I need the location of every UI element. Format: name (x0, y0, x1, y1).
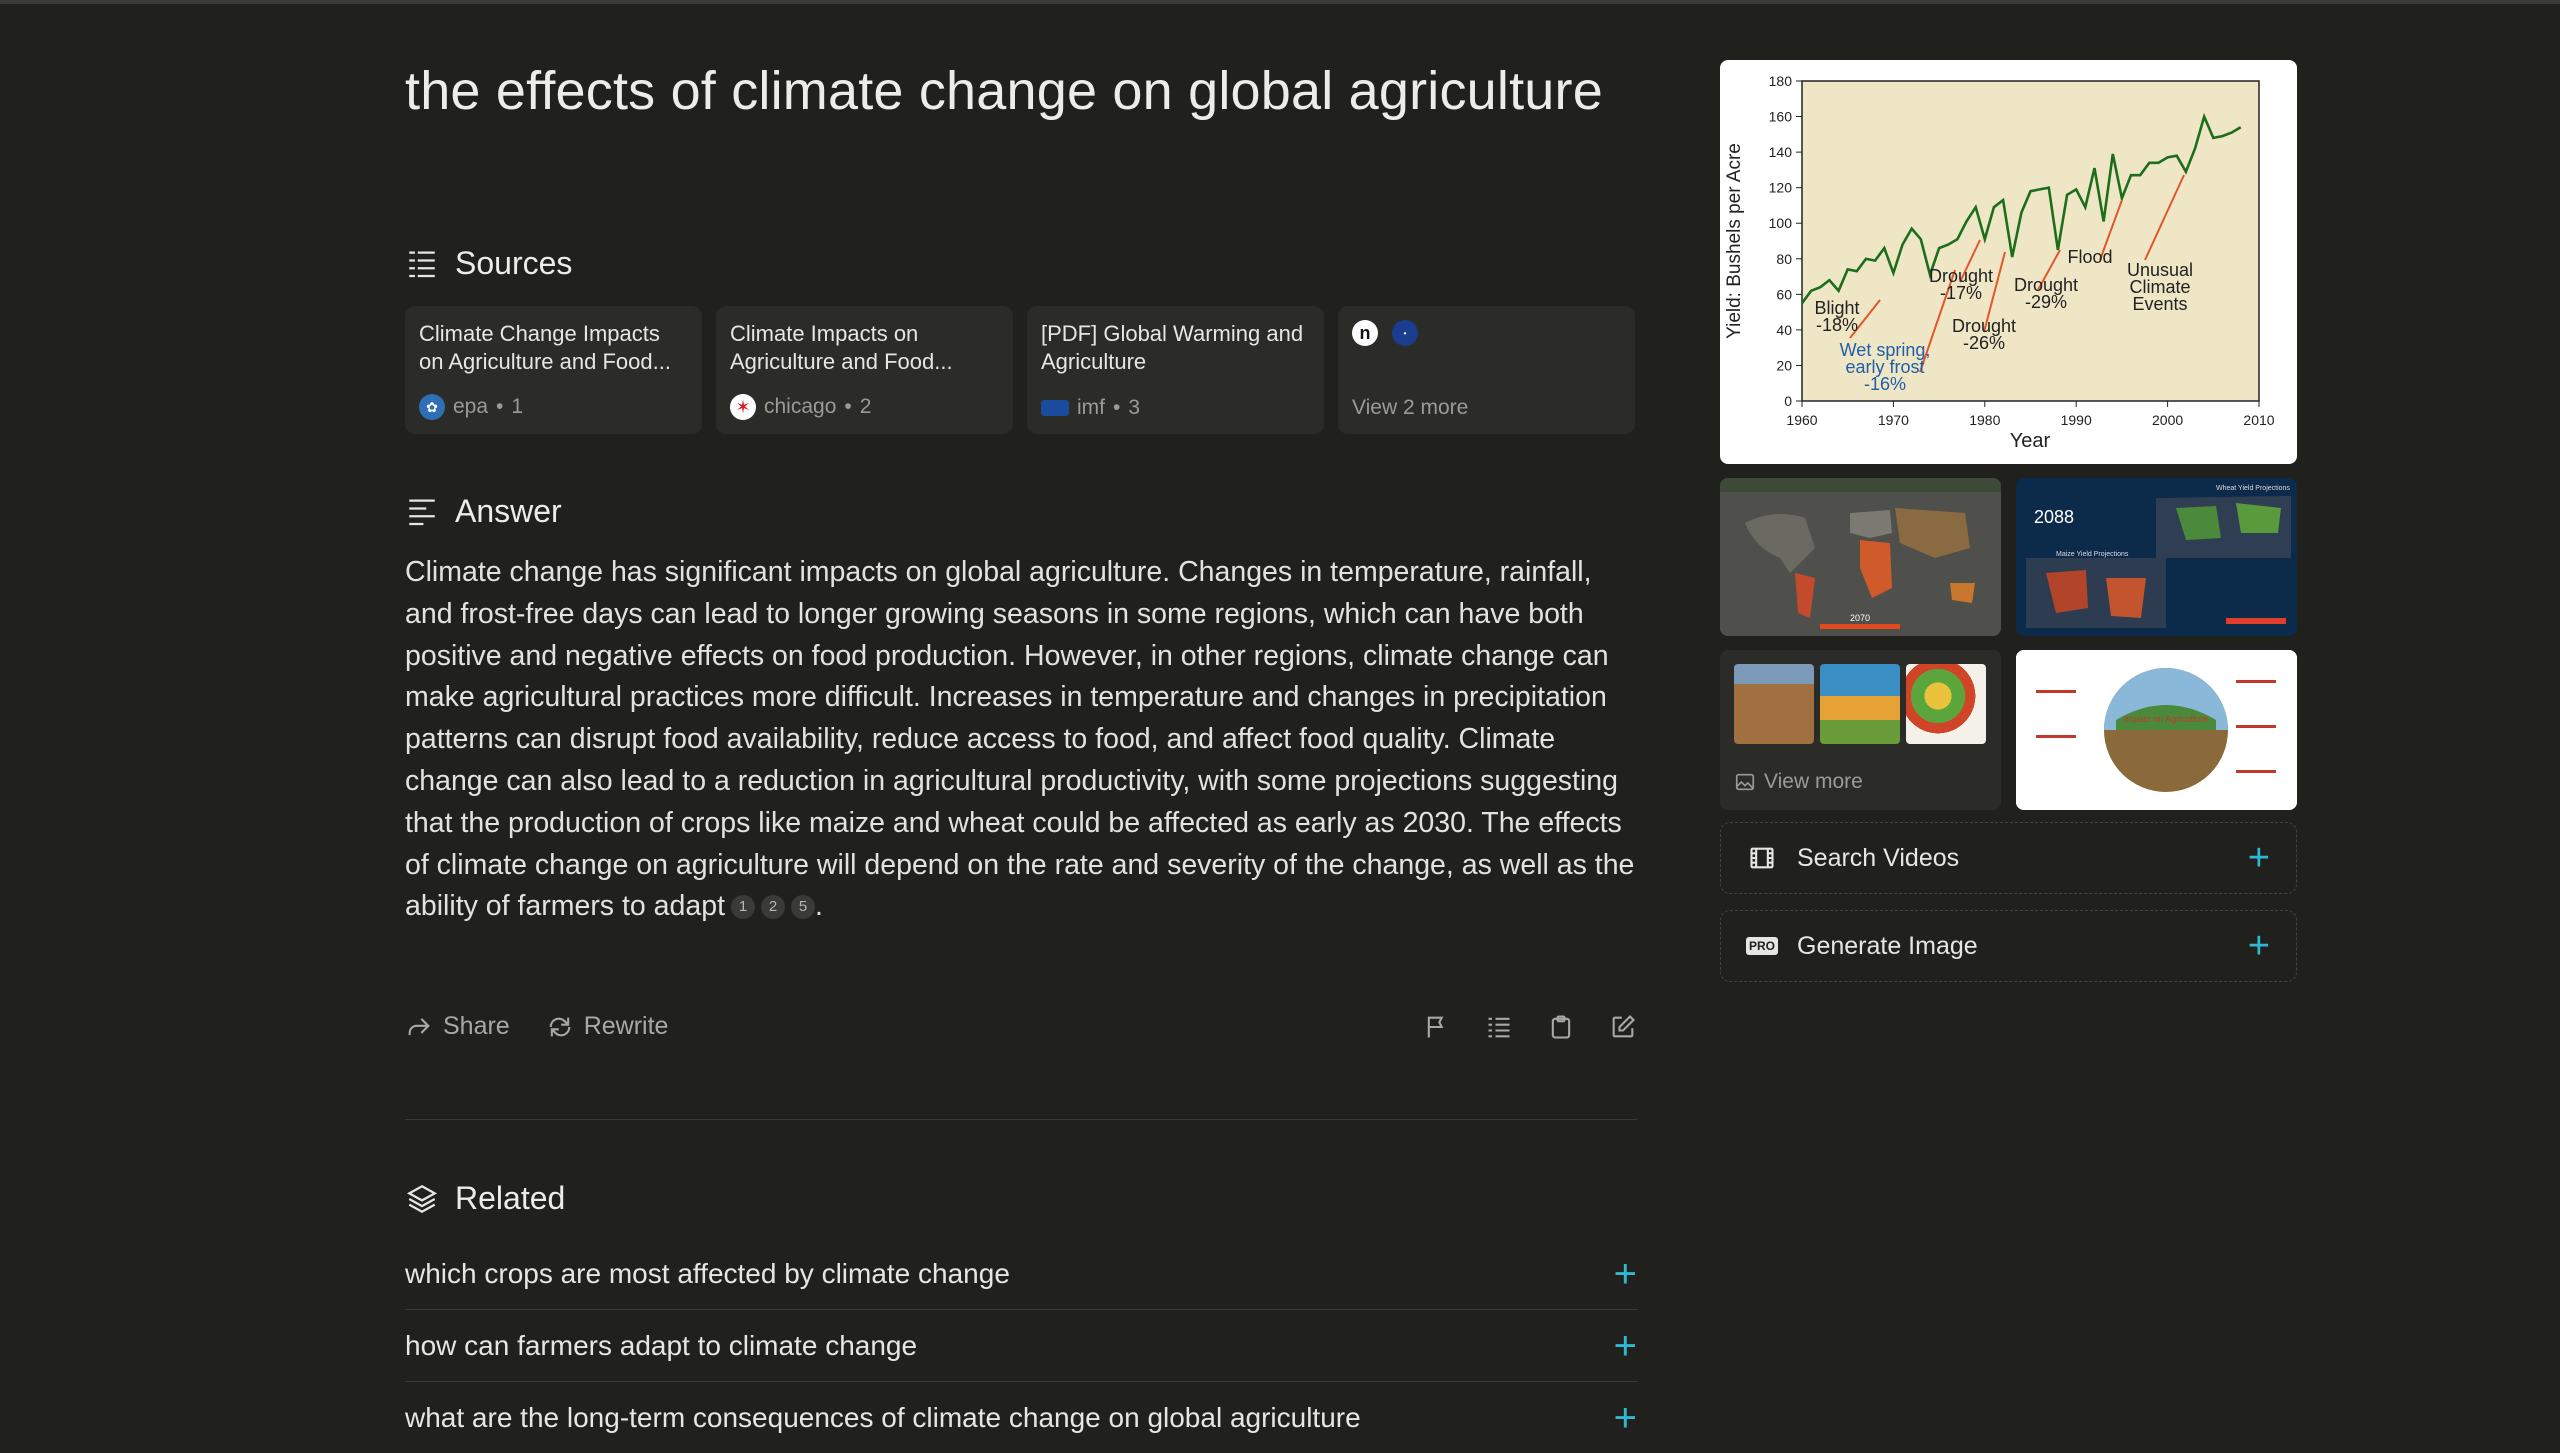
world-map-image: 2070 (1720, 478, 2001, 636)
chart-x-tick-label: 1960 (1786, 412, 1817, 428)
svg-text:Maize Yield Projections: Maize Yield Projections (2056, 551, 2129, 558)
image-icon (1735, 773, 1755, 791)
share-icon (408, 1017, 430, 1035)
n-logo-icon: n (1352, 320, 1378, 346)
view-more-sources-card[interactable]: n • View 2 more (1338, 306, 1635, 434)
plus-icon[interactable]: + (2248, 927, 2270, 965)
risk-map-thumbnail (1906, 664, 1986, 744)
svg-text:Wheat Yield Projections: Wheat Yield Projections (2216, 485, 2290, 492)
sources-list-icon[interactable] (1485, 1013, 1513, 1041)
answer-text: Climate change has significant impacts o… (405, 556, 1635, 923)
rewrite-button[interactable]: Rewrite (546, 1012, 668, 1041)
source-card-epa[interactable]: Climate Change Impacts on Agriculture an… (405, 306, 702, 434)
chart-y-tick-label: 180 (1769, 73, 1793, 89)
chart-x-tick-label: 2010 (2243, 412, 2274, 428)
page-title: the effects of climate change on global … (405, 61, 1603, 121)
chart-y-tick-label: 60 (1776, 286, 1792, 302)
chart-x-tick-label: 1990 (2061, 412, 2092, 428)
chart-x-tick-label: 2000 (2152, 412, 2183, 428)
svg-text:2088: 2088 (2034, 507, 2074, 527)
chart-annotation: Unusual Climate Events (2127, 260, 2193, 314)
sources-icon (409, 251, 435, 277)
citation-1[interactable]: 1 (731, 895, 755, 920)
related-heading: Related (405, 1180, 565, 1217)
chicago-star-icon: ✶ (730, 394, 756, 420)
impact-diagram-thumbnail[interactable]: Impact on Agriculture (2016, 650, 2297, 810)
chart-annotation: Blight -18% (1814, 298, 1859, 335)
svg-text:Impact on Agriculture: Impact on Agriculture (2124, 714, 2209, 724)
generate-image-button[interactable]: PRO Generate Image + (1720, 910, 2297, 982)
view-more-images-card[interactable]: View more (1720, 650, 2001, 810)
yield-chart-image[interactable]: 0 20 40 60 80 100 120 140 160 180 1960 1970 1980 199… (1720, 60, 2297, 464)
edit-icon[interactable] (1609, 1013, 1637, 1041)
answer-heading: Answer (405, 493, 562, 530)
answer-icon (409, 499, 435, 525)
section-divider (405, 1119, 1637, 1120)
share-button[interactable]: Share (405, 1012, 510, 1041)
search-videos-button[interactable]: Search Videos + (1720, 822, 2297, 894)
infographic-thumbnail (1820, 664, 1900, 744)
chart-y-tick-label: 0 (1784, 393, 1792, 409)
chart-y-label: Yield: Bushels per Acre (1724, 143, 1745, 339)
impact-diagram-image: Impact on Agriculture (2016, 650, 2297, 810)
related-item[interactable]: what are the long-term consequences of c… (405, 1382, 1637, 1453)
clipboard-icon[interactable] (1547, 1013, 1575, 1041)
yield-projection-thumbnail[interactable]: 2088 Wheat Yield Projections Maize Yield… (2016, 478, 2297, 636)
epa-favicon-icon: ✿ (419, 394, 445, 420)
plus-icon[interactable]: + (1614, 1326, 1637, 1366)
plus-icon[interactable]: + (2248, 839, 2270, 877)
related-item[interactable]: which crops are most affected by climate… (405, 1238, 1637, 1310)
svg-text:2070: 2070 (1850, 613, 1870, 623)
plus-icon[interactable]: + (1614, 1398, 1637, 1438)
answer-actions: Share Rewrite (405, 1012, 1637, 1041)
source-card-imf[interactable]: [PDF] Global Warming and Agriculture imf… (1027, 306, 1324, 434)
chart-y-tick-label: 80 (1776, 251, 1792, 267)
related-list: which crops are most affected by climate… (405, 1238, 1637, 1453)
chart-x-tick-label: 1980 (1969, 412, 2000, 428)
main-column: the effects of climate change on global … (405, 60, 1637, 1438)
chart-y-tick-label: 120 (1769, 180, 1793, 196)
chart-annotation: Flood (2067, 247, 2112, 267)
yield-chart: 0 20 40 60 80 100 120 140 160 180 1960 1970 1980 199… (1724, 73, 2275, 452)
chart-y-tick-label: 160 (1769, 109, 1793, 125)
pro-badge-icon: PRO (1746, 931, 1779, 961)
citation-2[interactable]: 2 (761, 895, 785, 920)
chart-y-tick-label: 140 (1769, 144, 1793, 160)
chart-x-tick-label: 1970 (1878, 412, 1909, 428)
film-icon (1747, 843, 1777, 873)
chart-x-label: Year (2010, 430, 2051, 452)
sources-list: Climate Change Impacts on Agriculture an… (405, 306, 1635, 434)
rewrite-icon (549, 1017, 571, 1036)
top-border (0, 0, 2560, 4)
citation-5[interactable]: 5 (791, 895, 815, 920)
related-layers-icon (406, 1184, 438, 1213)
plus-icon[interactable]: + (1614, 1254, 1637, 1294)
sources-heading: Sources (405, 245, 572, 282)
related-item[interactable]: how can farmers adapt to climate change + (405, 1310, 1637, 1382)
imf-logo-icon (1041, 400, 1069, 416)
flag-icon[interactable] (1423, 1013, 1451, 1041)
dry-field-thumbnail (1734, 664, 1814, 744)
source-card-chicago[interactable]: Climate Impacts on Agriculture and Food.… (716, 306, 1013, 434)
warming-map-thumbnail[interactable]: 2070 (1720, 478, 2001, 636)
chart-y-tick-label: 40 (1776, 322, 1792, 338)
chart-y-tick-label: 20 (1776, 357, 1792, 373)
nasa-logo-icon: • (1392, 320, 1418, 346)
yield-projection-image: 2088 Wheat Yield Projections Maize Yield… (2016, 478, 2297, 636)
chart-y-tick-label: 100 (1769, 215, 1793, 231)
